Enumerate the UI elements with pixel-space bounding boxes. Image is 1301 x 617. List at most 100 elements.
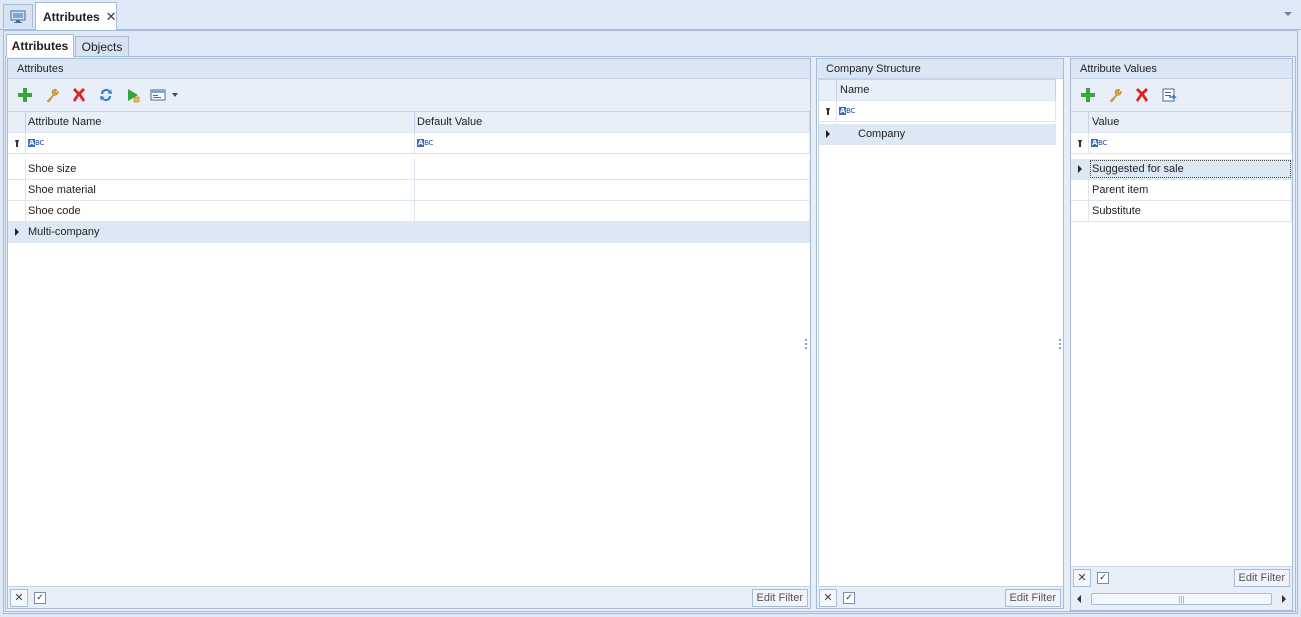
panel-title: Company Structure (817, 59, 1063, 79)
edit-filter-button[interactable]: Edit Filter (1004, 589, 1061, 607)
filter-icon (1071, 133, 1089, 153)
add-value-button[interactable] (1076, 84, 1099, 106)
tree-node-label[interactable]: Company (855, 124, 1056, 144)
values-footer: ✕ ✓ Edit Filter (1071, 566, 1292, 588)
text-filter-icon: ABC (1091, 139, 1108, 147)
attributes-panel: Attributes Attribute Name Default Value (7, 58, 811, 609)
clear-filter-icon[interactable]: ✕ (1073, 568, 1091, 587)
tab-attributes[interactable]: Attributes (6, 34, 74, 57)
header-row: Value (1071, 112, 1292, 133)
table-row[interactable]: Parent item (1071, 180, 1292, 201)
panel-title: Attribute Values (1071, 59, 1292, 79)
cell-attribute-name[interactable]: Shoe material (26, 180, 415, 200)
table-row[interactable]: Substitute (1071, 201, 1292, 222)
filter-row: ABC ABC (8, 133, 810, 154)
row-indicator-icon (819, 124, 837, 144)
edit-value-button[interactable] (1103, 84, 1126, 106)
plus-icon (1080, 88, 1095, 102)
table-row[interactable]: Multi-company (8, 222, 810, 243)
table-row[interactable]: Shoe material (8, 180, 810, 201)
cell-value[interactable]: Parent item (1089, 180, 1292, 200)
horizontal-scrollbar[interactable]: ||| (1071, 588, 1292, 610)
document-tab-title: Attributes (43, 10, 100, 24)
chevron-down-icon[interactable] (1283, 10, 1293, 18)
edit-button[interactable] (40, 84, 63, 106)
grid-view-icon (150, 89, 178, 101)
filter-name[interactable]: ABC (837, 101, 1056, 121)
clear-filter-icon[interactable]: ✕ (819, 588, 837, 607)
text-filter-icon: ABC (417, 139, 434, 147)
panel-title: Attributes (8, 59, 810, 79)
run-button[interactable] (121, 84, 144, 106)
header-row: Name (819, 80, 1056, 101)
filter-default-value[interactable]: ABC (415, 133, 810, 153)
filter-row: ABC (1071, 133, 1292, 154)
cell-value[interactable]: Substitute (1089, 201, 1292, 221)
cell-attribute-name[interactable]: Shoe size (26, 159, 415, 179)
filter-icon (819, 101, 837, 121)
filter-value[interactable]: ABC (1089, 133, 1292, 153)
table-row[interactable]: Shoe size (8, 159, 810, 180)
delete-value-button[interactable] (1130, 84, 1153, 106)
delete-icon (72, 88, 85, 102)
column-header-name[interactable]: Name (837, 80, 1056, 100)
column-header-value[interactable]: Value (1089, 112, 1292, 132)
monitor-icon[interactable] (3, 4, 33, 28)
row-indicator-icon (1071, 159, 1089, 179)
wrench-icon (1109, 89, 1122, 103)
values-grid: Value ABC Suggested for sale Parent item… (1071, 111, 1292, 565)
cell-default-value[interactable] (415, 180, 810, 200)
tree-row[interactable]: Company (819, 124, 1056, 145)
attributes-toolbar (8, 79, 810, 111)
play-icon (127, 89, 139, 103)
document-tab-attributes[interactable]: Attributes ✕ (35, 2, 117, 31)
table-row[interactable]: Suggested for sale (1071, 159, 1292, 180)
plus-icon (17, 88, 32, 102)
filter-enabled-checkbox[interactable]: ✓ (1097, 571, 1109, 584)
tab-objects[interactable]: Objects (75, 36, 129, 56)
delete-icon (1135, 88, 1148, 102)
filter-icon (8, 133, 26, 153)
view-options-button[interactable] (148, 84, 182, 106)
cell-default-value[interactable] (415, 201, 810, 221)
filter-attribute-name[interactable]: ABC (26, 133, 415, 153)
cell-value[interactable]: Suggested for sale (1089, 159, 1292, 179)
cell-default-value[interactable] (415, 159, 810, 179)
splitter-handle[interactable] (1059, 339, 1063, 349)
scrollbar-thumb[interactable]: ||| (1091, 593, 1272, 605)
export-button[interactable] (1157, 84, 1180, 106)
refresh-icon (99, 89, 112, 101)
document-tab-strip (0, 0, 1301, 30)
wrench-icon (46, 89, 59, 103)
edit-filter-button[interactable]: Edit Filter (1233, 569, 1290, 587)
refresh-button[interactable] (94, 84, 117, 106)
scroll-left-icon[interactable] (1075, 594, 1083, 604)
column-header-attribute-name[interactable]: Attribute Name (26, 112, 415, 132)
splitter-handle[interactable] (805, 339, 809, 349)
column-header-default-value[interactable]: Default Value (415, 112, 810, 132)
attributes-grid: Attribute Name Default Value ABC ABC Sho… (8, 111, 810, 585)
filter-row: ABC (819, 101, 1056, 122)
edit-filter-button[interactable]: Edit Filter (751, 589, 808, 607)
clear-filter-icon[interactable]: ✕ (10, 588, 28, 607)
table-row[interactable]: Shoe code (8, 201, 810, 222)
values-toolbar (1071, 79, 1292, 111)
cell-attribute-name[interactable]: Shoe code (26, 201, 415, 221)
delete-button[interactable] (67, 84, 90, 106)
text-filter-icon: ABC (28, 139, 45, 147)
filter-enabled-checkbox[interactable]: ✓ (843, 591, 855, 604)
row-indicator-icon (8, 222, 26, 242)
close-icon[interactable]: ✕ (106, 9, 117, 25)
filter-enabled-checkbox[interactable]: ✓ (34, 591, 46, 604)
company-tree: Name ABC Company (818, 79, 1056, 585)
attributes-footer: ✕ ✓ Edit Filter (8, 586, 810, 608)
cell-attribute-name[interactable]: Multi-company (26, 222, 415, 242)
attribute-values-panel: Attribute Values Value ABC Suggested for… (1070, 58, 1293, 611)
header-row: Attribute Name Default Value (8, 112, 810, 133)
export-icon (1162, 88, 1177, 102)
text-filter-icon: ABC (839, 107, 856, 115)
add-button[interactable] (13, 84, 36, 106)
company-structure-panel: Company Structure Name ABC Company ✕ ✓ E… (816, 58, 1064, 609)
scroll-right-icon[interactable] (1280, 594, 1288, 604)
cell-default-value[interactable] (415, 222, 810, 242)
